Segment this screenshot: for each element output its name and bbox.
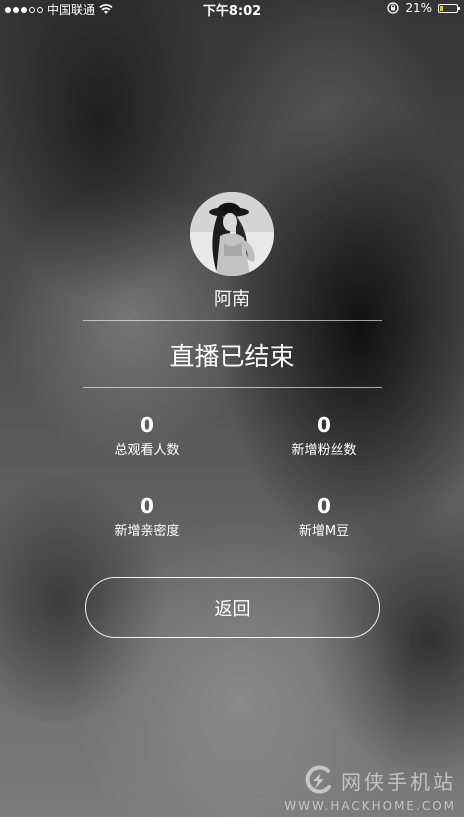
avatar-image [190, 192, 274, 276]
divider-bottom [83, 387, 382, 388]
live-ended-title: 直播已结束 [169, 342, 295, 371]
watermark: 网侠手机站 WWW.HACKHOME.COM [284, 763, 456, 813]
stat-value: 0 [140, 413, 154, 437]
divider-top [83, 320, 382, 321]
stat-label: 新增M豆 [298, 524, 350, 539]
stat-new-m-beans: 0 新增M豆 [244, 494, 404, 539]
battery-icon [438, 3, 460, 13]
stat-label: 新增粉丝数 [291, 443, 357, 458]
stat-label: 总观看人数 [114, 443, 180, 458]
watermark-name: 网侠手机站 [341, 769, 456, 794]
host-name: 阿南 [214, 289, 250, 310]
battery-percent: 21% [405, 1, 432, 15]
live-ended-screen: 中国联通 下午8:02 21% 阿南 直播已结束 0 总观看人数 0 新增粉丝数… [0, 0, 464, 817]
stat-label: 新增亲密度 [114, 524, 180, 539]
watermark-url: WWW.HACKHOME.COM [284, 799, 456, 813]
rotation-lock-icon [387, 2, 399, 14]
stat-total-viewers: 0 总观看人数 [67, 413, 227, 458]
stat-new-fans: 0 新增粉丝数 [244, 413, 404, 458]
back-button[interactable]: 返回 [85, 577, 380, 638]
stat-new-intimacy: 0 新增亲密度 [67, 494, 227, 539]
watermark-logo-icon [305, 765, 331, 794]
status-right: 21% [387, 1, 460, 15]
blurred-background [0, 0, 464, 817]
status-bar: 中国联通 下午8:02 21% [0, 0, 464, 19]
stat-value: 0 [140, 494, 154, 518]
stat-value: 0 [317, 413, 331, 437]
host-avatar[interactable] [190, 192, 274, 276]
stat-value: 0 [317, 494, 331, 518]
